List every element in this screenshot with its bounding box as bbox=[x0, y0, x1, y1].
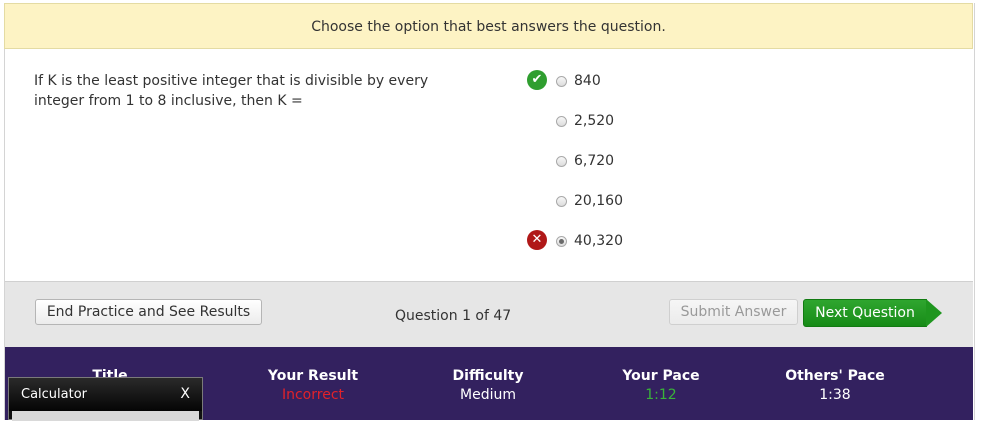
radio-button-selected[interactable] bbox=[556, 235, 567, 247]
next-question-button[interactable]: Next Question bbox=[803, 299, 943, 327]
choice-label: 6,720 bbox=[574, 153, 615, 169]
stat-result-value: Incorrect bbox=[281, 387, 345, 403]
next-question-label: Next Question bbox=[803, 299, 927, 327]
choice-label: 840 bbox=[574, 73, 601, 89]
instruction-banner: Choose the option that best answers the … bbox=[4, 3, 973, 49]
choice-label: 2,520 bbox=[574, 113, 615, 129]
check-icon: ✔ bbox=[527, 70, 547, 90]
question-text: If K is the least positive integer that … bbox=[34, 73, 429, 109]
radio-button[interactable] bbox=[556, 155, 567, 167]
choice-4[interactable]: 20,160 bbox=[556, 190, 623, 212]
calculator-window[interactable]: Calculator X bbox=[8, 377, 203, 421]
action-bar: End Practice and See Results Question 1 … bbox=[5, 281, 973, 348]
stat-difficulty: Difficulty Medium bbox=[433, 368, 543, 404]
close-icon[interactable]: X bbox=[180, 378, 190, 411]
radio-button[interactable] bbox=[556, 115, 567, 127]
radio-button[interactable] bbox=[556, 195, 567, 207]
choice-label: 40,320 bbox=[574, 233, 623, 249]
stat-your-pace: Your Pace 1:12 bbox=[606, 368, 716, 404]
stat-others-pace: Others' Pace 1:38 bbox=[775, 368, 895, 404]
choice-1[interactable]: 840 bbox=[556, 70, 601, 92]
stat-others-pace-header: Others' Pace bbox=[785, 368, 885, 384]
stat-difficulty-header: Difficulty bbox=[452, 368, 524, 384]
stat-difficulty-value: Medium bbox=[460, 387, 516, 403]
arrow-right-icon bbox=[926, 299, 942, 327]
stat-others-pace-value: 1:38 bbox=[819, 387, 851, 403]
choice-label: 20,160 bbox=[574, 193, 623, 209]
cross-icon: ✕ bbox=[527, 230, 547, 250]
choice-5[interactable]: 40,320 bbox=[556, 230, 623, 252]
end-practice-button[interactable]: End Practice and See Results bbox=[35, 299, 262, 325]
choice-2[interactable]: 2,520 bbox=[556, 110, 614, 132]
stat-your-pace-value: 1:12 bbox=[645, 387, 677, 403]
submit-answer-button[interactable]: Submit Answer bbox=[669, 299, 798, 325]
choice-3[interactable]: 6,720 bbox=[556, 150, 614, 172]
question-counter: Question 1 of 47 bbox=[395, 308, 512, 324]
stat-result: Your Result Incorrect bbox=[253, 368, 373, 404]
calculator-title[interactable]: Calculator bbox=[9, 378, 202, 411]
stat-your-pace-header: Your Pace bbox=[622, 368, 700, 384]
radio-button[interactable] bbox=[556, 75, 567, 87]
stat-result-header: Your Result bbox=[267, 368, 359, 384]
